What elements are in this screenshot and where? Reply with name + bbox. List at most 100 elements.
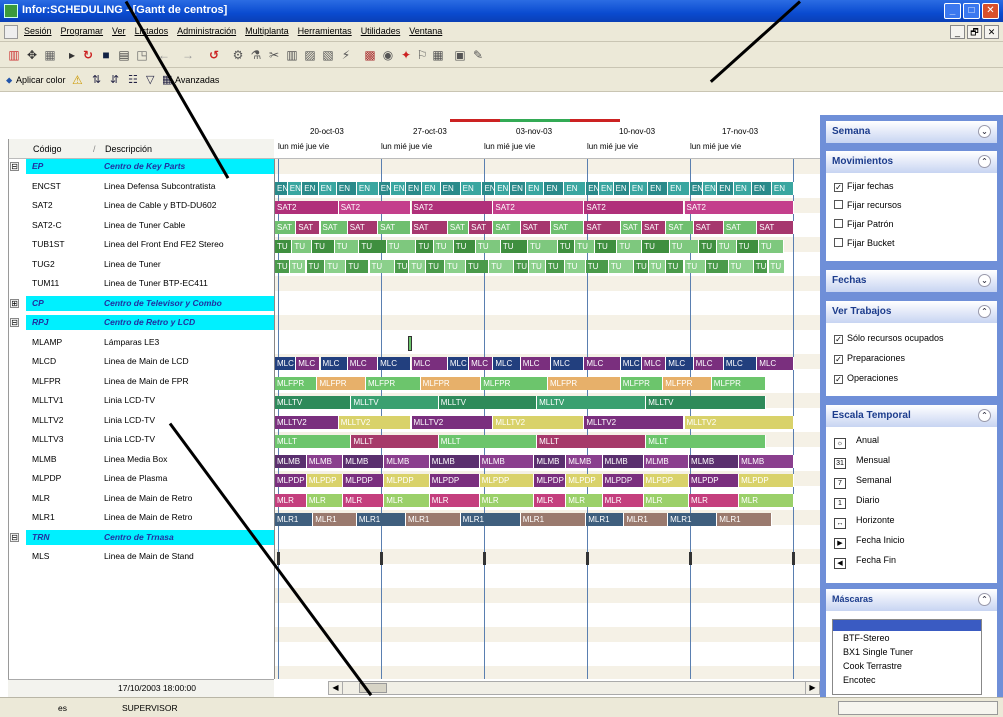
gantt-bar[interactable]: TU: [476, 240, 501, 253]
print-icon[interactable]: ▤: [116, 47, 132, 63]
gantt-bar[interactable]: TU: [564, 259, 586, 273]
gantt-bar[interactable]: MLMB: [643, 454, 690, 468]
checkbox-icon[interactable]: [834, 200, 843, 209]
collapse-icon[interactable]: ⌃: [978, 305, 991, 318]
gantt-bar[interactable]: MLFPR: [548, 376, 621, 390]
gantt-bar[interactable]: MLMB: [479, 454, 535, 468]
gantt-bar[interactable]: MLR: [275, 493, 307, 507]
escala-option[interactable]: 1 Diario: [834, 495, 880, 509]
gantt-bar[interactable]: SAT: [347, 220, 379, 234]
gantt-bar[interactable]: MLPDP: [479, 474, 535, 487]
table-row[interactable]: MLFPR Linea de Main de FPR: [8, 374, 274, 389]
mascara-item[interactable]: Encotec: [843, 675, 876, 685]
table-row[interactable]: MLR Linea de Main de Retro: [8, 491, 274, 506]
tool-l-icon[interactable]: ▦: [430, 47, 446, 63]
gantt-tick[interactable]: [277, 552, 280, 565]
gantt-bar[interactable]: MLC: [347, 357, 379, 370]
table-row[interactable]: SAT2-C Linea de Tuner Cable: [8, 218, 274, 233]
gantt-bar[interactable]: SAT: [757, 220, 794, 234]
scroll-left-icon[interactable]: ◀: [329, 682, 343, 694]
edit-icon[interactable]: ✎: [470, 47, 486, 63]
collapse-icon[interactable]: ⌃: [978, 593, 991, 606]
escala-option[interactable]: ☼ Anual: [834, 435, 879, 449]
gantt-bar[interactable]: MLLT: [537, 435, 647, 448]
gantt-bar[interactable]: TU: [292, 240, 313, 253]
gantt-bar[interactable]: MLLTV2: [684, 415, 794, 429]
mdi-minimize-button[interactable]: _: [950, 25, 965, 39]
gantt-bar[interactable]: MLLTV2: [411, 415, 494, 429]
gantt-bar[interactable]: MLR: [566, 493, 603, 507]
gantt-marker[interactable]: [408, 335, 412, 351]
gantt-bar[interactable]: MLLTV2: [584, 415, 685, 429]
gantt-bar[interactable]: MLR1: [624, 513, 669, 526]
columns-icon[interactable]: ☷: [128, 72, 138, 88]
gantt-bar[interactable]: TU: [634, 259, 649, 273]
gantt-bar[interactable]: MLPDP: [602, 474, 644, 487]
column-header-code[interactable]: Código: [33, 144, 62, 154]
gantt-bar[interactable]: EN: [287, 181, 303, 195]
gantt-bar[interactable]: TU: [753, 259, 769, 273]
gantt-bar[interactable]: TU: [545, 259, 565, 273]
menu-ventana[interactable]: Ventana: [409, 26, 442, 36]
gantt-bar[interactable]: TU: [684, 259, 706, 273]
gantt-bar[interactable]: MLR: [534, 493, 567, 507]
expand-toggle-icon[interactable]: ⊞: [10, 298, 19, 308]
menu-administracion[interactable]: Administración: [177, 26, 236, 36]
gantt-bar[interactable]: MLMB: [689, 454, 740, 468]
menu-herramientas[interactable]: Herramientas: [298, 26, 352, 36]
gantt-bar[interactable]: TU: [433, 240, 454, 253]
gantt-bar[interactable]: MLR: [384, 493, 430, 507]
scale-label[interactable]: Semanal: [856, 475, 892, 485]
menu-ver[interactable]: Ver: [112, 26, 126, 36]
gantt-bar[interactable]: MLPDP: [643, 474, 690, 487]
gantt-bar[interactable]: TU: [585, 259, 609, 273]
gantt-bar[interactable]: TU: [758, 240, 784, 253]
scale-label[interactable]: Anual: [856, 435, 879, 445]
checkbox-icon[interactable]: ✓: [834, 375, 843, 384]
filter-icon[interactable]: ▽: [146, 72, 154, 88]
gantt-bar[interactable]: EN: [526, 181, 545, 195]
mdi-restore-button[interactable]: 🗗: [967, 25, 982, 39]
gantt-bar[interactable]: SAT: [666, 220, 694, 234]
advanced-button[interactable]: Avanzadas: [175, 72, 219, 88]
movimientos-checkbox[interactable]: ✓ Fijar fechas: [834, 181, 894, 192]
save-icon[interactable]: ■: [98, 47, 114, 63]
gantt-bar[interactable]: MLR: [306, 493, 344, 507]
gantt-tick[interactable]: [483, 552, 486, 565]
table-row[interactable]: MLS Linea de Main de Stand: [8, 549, 274, 564]
movimientos-checkbox[interactable]: Fijar Bucket: [834, 238, 895, 248]
gantt-bar[interactable]: MLFPR: [620, 376, 664, 390]
gantt-bar[interactable]: MLR: [643, 493, 690, 507]
gantt-bar[interactable]: MLC: [584, 357, 621, 370]
gantt-bar[interactable]: SAT: [411, 220, 448, 234]
gantt-bar[interactable]: MLC: [447, 357, 470, 370]
gantt-bar[interactable]: SAT: [551, 220, 585, 234]
chart-icon[interactable]: ▥: [6, 47, 22, 63]
gantt-bar[interactable]: TU: [705, 259, 729, 273]
grid-icon[interactable]: ▦: [42, 47, 58, 63]
gantt-bar[interactable]: EN: [482, 181, 496, 195]
gantt-bar[interactable]: EN: [460, 181, 483, 195]
gantt-bar[interactable]: MLC: [642, 357, 667, 370]
gantt-bar[interactable]: TU: [595, 240, 618, 253]
scale-label[interactable]: Mensual: [856, 455, 890, 465]
checkbox-icon[interactable]: ✓: [834, 183, 843, 192]
escala-option[interactable]: ▶ Fecha Inicio: [834, 535, 905, 549]
gantt-bar[interactable]: MLLTV: [537, 396, 647, 409]
checkbox-icon[interactable]: ✓: [834, 355, 843, 364]
tool-m-icon[interactable]: ▣: [452, 47, 468, 63]
mascaras-selected-item[interactable]: [833, 620, 981, 631]
menu-programar[interactable]: Programar: [61, 26, 104, 36]
table-row[interactable]: TUM11 Linea de Tuner BTP-EC411: [8, 276, 274, 291]
gantt-tick[interactable]: [586, 552, 589, 565]
gantt-bar[interactable]: MLR: [343, 493, 385, 507]
expand-icon[interactable]: ⌄: [978, 274, 991, 287]
gantt-bar[interactable]: TU: [445, 259, 467, 273]
gantt-bar[interactable]: EN: [717, 181, 734, 195]
gantt-bar[interactable]: EN: [509, 181, 527, 195]
gantt-bar[interactable]: EN: [440, 181, 461, 195]
gantt-bar[interactable]: MLPDP: [566, 474, 603, 487]
collapse-icon[interactable]: ⌃: [978, 409, 991, 422]
scale-icon[interactable]: 1: [834, 498, 846, 509]
table-row[interactable]: MLLTV1 Linia LCD-TV: [8, 393, 274, 408]
